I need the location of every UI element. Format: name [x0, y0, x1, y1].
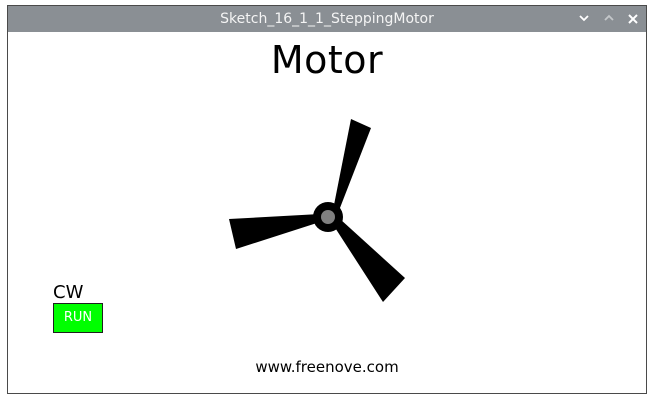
- page-title: Motor: [270, 38, 384, 82]
- title-bar[interactable]: Sketch_16_1_1_SteppingMotor: [8, 6, 646, 32]
- close-button[interactable]: [621, 6, 645, 32]
- propeller-blade: [332, 219, 405, 302]
- hub-center: [321, 210, 335, 224]
- footer-url: www.freenove.com: [255, 358, 399, 376]
- run-button[interactable]: RUN: [53, 303, 103, 333]
- propeller-blade: [333, 119, 371, 213]
- direction-label: CW: [53, 282, 84, 303]
- close-icon: [621, 14, 645, 24]
- chevron-down-icon: [572, 14, 596, 22]
- maximize-button[interactable]: [597, 6, 621, 32]
- minimize-button[interactable]: [572, 6, 596, 32]
- chevron-up-icon: [597, 14, 621, 22]
- sketch-canvas: Motor CW RUN www.freenove.com: [8, 32, 646, 393]
- motor-graphic: [208, 102, 448, 342]
- propeller-icon: [229, 119, 405, 302]
- window-title: Sketch_16_1_1_SteppingMotor: [220, 11, 434, 27]
- app-window: Sketch_16_1_1_SteppingMotor Motor CW RUN…: [7, 5, 647, 394]
- propeller-blade: [229, 214, 320, 249]
